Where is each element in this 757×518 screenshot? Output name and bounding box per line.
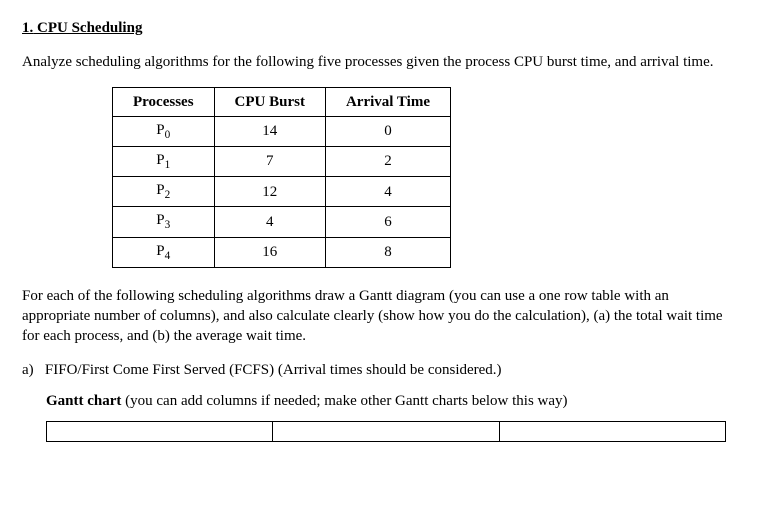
gantt-cell <box>499 421 725 441</box>
table-row: P0140 <box>113 116 451 146</box>
arrival-cell: 8 <box>325 237 450 267</box>
process-subscript: 2 <box>165 189 171 201</box>
heading-title: CPU Scheduling <box>37 20 142 36</box>
table-row: P2124 <box>113 177 451 207</box>
part-a: a) FIFO/First Come First Served (FCFS) (… <box>22 360 735 380</box>
table-header-row: Processes CPU Burst Arrival Time <box>113 87 451 116</box>
arrival-cell: 0 <box>325 116 450 146</box>
arrival-cell: 6 <box>325 207 450 237</box>
process-subscript: 3 <box>165 219 171 231</box>
process-name: P <box>156 182 164 198</box>
gantt-chart-table <box>46 421 726 442</box>
process-subscript: 0 <box>165 129 171 141</box>
burst-cell: 7 <box>214 146 325 176</box>
col-header-arrival: Arrival Time <box>325 87 450 116</box>
process-name-cell: P3 <box>113 207 215 237</box>
col-header-processes: Processes <box>113 87 215 116</box>
process-subscript: 1 <box>165 159 171 171</box>
col-header-burst: CPU Burst <box>214 87 325 116</box>
process-name: P <box>156 122 164 138</box>
heading-number: 1. <box>22 20 33 36</box>
gantt-label-paren: (you can add columns if needed; make oth… <box>125 393 567 409</box>
process-name-cell: P2 <box>113 177 215 207</box>
gantt-cell <box>47 421 273 441</box>
instructions-paragraph: For each of the following scheduling alg… <box>22 286 735 347</box>
process-name-cell: P0 <box>113 116 215 146</box>
burst-cell: 16 <box>214 237 325 267</box>
table-row: P172 <box>113 146 451 176</box>
gantt-row <box>47 421 726 441</box>
gantt-chart-label: Gantt chart (you can add columns if need… <box>46 391 735 411</box>
burst-cell: 14 <box>214 116 325 146</box>
process-name: P <box>156 243 164 259</box>
process-name-cell: P4 <box>113 237 215 267</box>
burst-cell: 12 <box>214 177 325 207</box>
burst-cell: 4 <box>214 207 325 237</box>
process-name: P <box>156 152 164 168</box>
process-name-cell: P1 <box>113 146 215 176</box>
part-a-label: a) <box>22 362 34 378</box>
part-a-text: FIFO/First Come First Served (FCFS) (Arr… <box>45 362 502 378</box>
gantt-cell <box>273 421 499 441</box>
table-row: P346 <box>113 207 451 237</box>
intro-paragraph: Analyze scheduling algorithms for the fo… <box>22 52 735 72</box>
arrival-cell: 4 <box>325 177 450 207</box>
process-name: P <box>156 212 164 228</box>
table-row: P4168 <box>113 237 451 267</box>
gantt-label-bold: Gantt chart <box>46 393 121 409</box>
process-subscript: 4 <box>165 250 171 262</box>
section-heading: 1. CPU Scheduling <box>22 18 735 38</box>
process-table: Processes CPU Burst Arrival Time P0140P1… <box>112 87 451 268</box>
arrival-cell: 2 <box>325 146 450 176</box>
